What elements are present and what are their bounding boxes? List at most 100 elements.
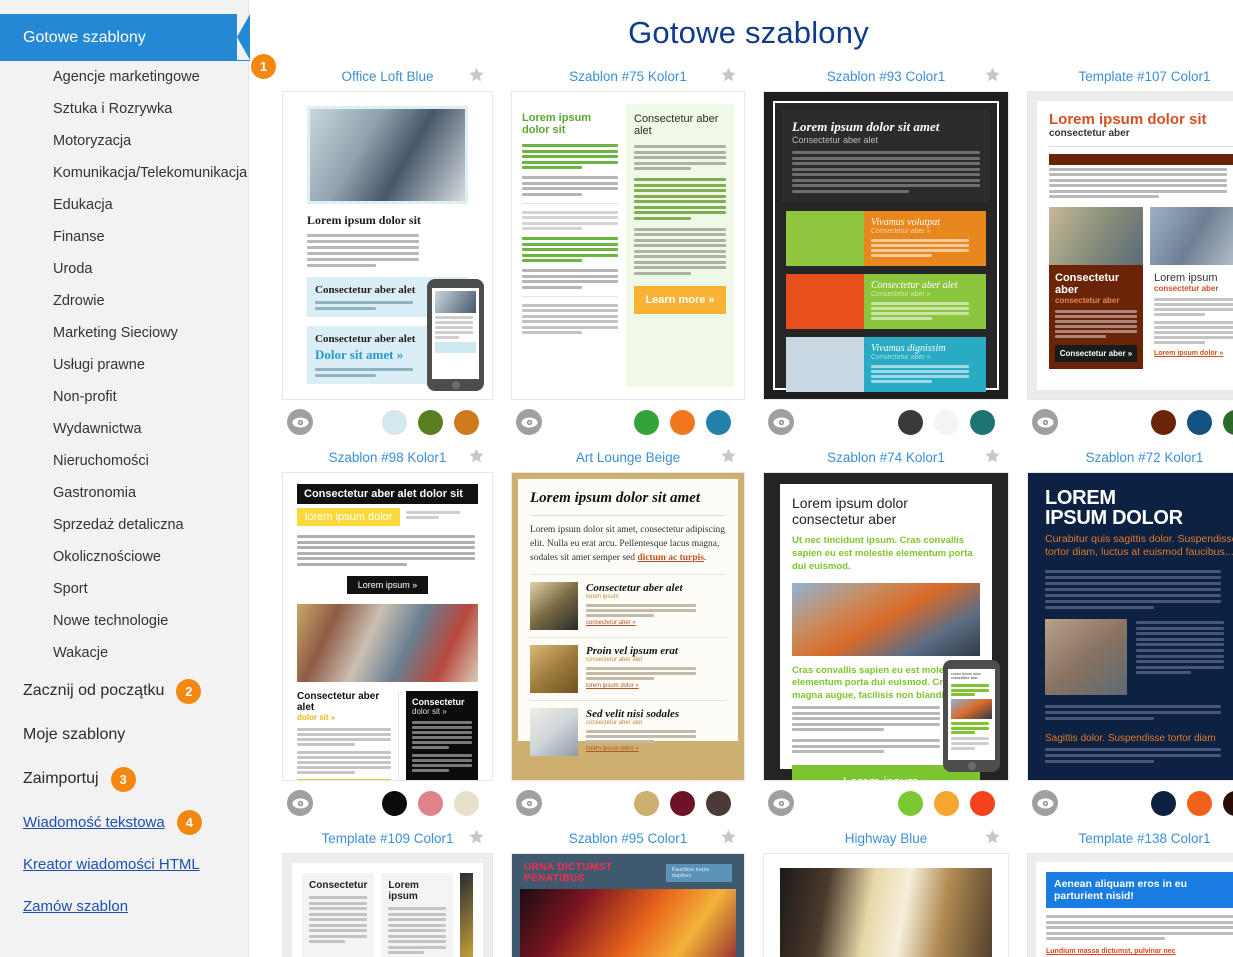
color-swatch[interactable] [382,409,407,435]
preview-eye-icon[interactable] [516,790,542,816]
sidebar-category-komunikacja-telekomunikacja[interactable]: Komunikacja/Telekomunikacja [0,157,264,189]
color-swatch[interactable] [454,409,479,435]
template-thumbnail[interactable]: Consectetur aber alet dolor sit lorem ip… [282,472,493,781]
template-title[interactable]: Szablon #93 Color1 [827,69,946,84]
template-card: Szablon #93 Color1 Lorem ipsum dolor sit… [763,63,1009,444]
favorite-star-icon[interactable] [468,829,485,845]
preview-eye-icon[interactable] [287,409,313,435]
favorite-star-icon[interactable] [720,829,737,845]
color-swatch[interactable] [670,790,695,816]
color-swatch[interactable] [706,790,731,816]
template-title[interactable]: Szablon #74 Kolor1 [827,450,945,465]
preview-eye-icon[interactable] [768,409,794,435]
favorite-star-icon[interactable] [984,67,1001,83]
sidebar-category-sprzedaz-detaliczna[interactable]: Sprzedaż detaliczna [0,509,264,541]
favorite-star-icon[interactable] [984,448,1001,464]
color-swatch[interactable] [1223,790,1233,816]
color-swatch[interactable] [898,790,923,816]
color-swatches [898,409,1009,435]
sidebar-category-wakacje[interactable]: Wakacje [0,637,264,669]
template-thumbnail[interactable]: Lorem ipsum dolor sit Consectetur aber a… [282,91,493,400]
template-title[interactable]: Szablon #95 Color1 [569,831,688,846]
color-swatch[interactable] [418,409,443,435]
template-title[interactable]: Highway Blue [845,831,928,846]
color-swatch[interactable] [670,409,695,435]
sidebar-item-moje-szablony[interactable]: Moje szablony [0,713,264,757]
template-thumbnail[interactable]: Aenean aliquam eros in eu parturient nis… [1027,853,1233,957]
favorite-star-icon[interactable] [984,829,1001,845]
color-swatch[interactable] [418,790,443,816]
color-swatch[interactable] [382,790,407,816]
color-swatch[interactable] [970,790,995,816]
template-card-header: Art Lounge Beige [511,444,745,470]
sidebar-link-zamow-szablon[interactable]: Zamów szablon [0,885,264,927]
sidebar-category-non-profit[interactable]: Non-profit [0,381,264,413]
sidebar-category-uslugi-prawne[interactable]: Usługi prawne [0,349,264,381]
sidebar-category-gastronomia[interactable]: Gastronomia [0,477,264,509]
favorite-star-icon[interactable] [720,448,737,464]
template-card-header: Highway Blue [763,825,1009,851]
sidebar-category-motoryzacja[interactable]: Motoryzacja [0,125,264,157]
color-swatch[interactable] [898,409,923,435]
color-swatch[interactable] [1151,409,1176,435]
template-thumbnail[interactable]: Lorem ipsum dolor sit amet Lorem ipsum d… [511,472,745,781]
sidebar-category-wydawnictwa[interactable]: Wydawnictwa [0,413,264,445]
color-swatch[interactable] [1151,790,1176,816]
preview-eye-icon[interactable] [1032,409,1058,435]
sidebar-link-wiadomosc-tekstowa[interactable]: Wiadomość tekstowa 4 [0,801,264,843]
template-title[interactable]: Template #109 Color1 [321,831,453,846]
sidebar-category-finanse[interactable]: Finanse [0,221,264,253]
template-thumbnail[interactable]: URNA DICTUMST PENATIBUS Faucibus turpis … [511,853,745,957]
template-thumbnail[interactable] [763,853,1009,957]
color-swatch[interactable] [454,790,479,816]
sidebar-category-uroda[interactable]: Uroda [0,253,264,285]
sidebar-category-nieruchomosci[interactable]: Nieruchomości [0,445,264,477]
template-card-footer [1027,781,1233,825]
template-thumbnail[interactable]: LOREM IPSUM DOLOR Curabitur quis sagittis… [1027,472,1233,781]
color-swatch[interactable] [1187,790,1212,816]
mobile-preview [427,279,484,391]
sidebar-category-okolicznosciowe[interactable]: Okolicznościowe [0,541,264,573]
favorite-star-icon[interactable] [720,67,737,83]
color-swatch[interactable] [1223,409,1233,435]
sidebar-category-agencje-marketingowe[interactable]: Agencje marketingowe [0,61,264,93]
template-grid: Office Loft Blue Lorem ipsum dolor sit C… [264,63,1233,957]
color-swatch[interactable] [634,409,659,435]
preview-eye-icon[interactable] [516,409,542,435]
sidebar-item-zaimportuj[interactable]: Zaimportuj 3 [0,757,264,801]
sidebar-category-marketing-sieciowy[interactable]: Marketing Sieciowy [0,317,264,349]
template-thumbnail[interactable]: Lorem ipsum dolor consectetur aber Ut ne… [763,472,1009,781]
template-title[interactable]: Szablon #98 Kolor1 [329,450,447,465]
color-swatch[interactable] [1187,409,1212,435]
sidebar-link-kreator-wiadomosci-html[interactable]: Kreator wiadomości HTML [0,843,264,885]
template-title[interactable]: Art Lounge Beige [576,450,680,465]
sidebar-category-zdrowie[interactable]: Zdrowie [0,285,264,317]
template-thumbnail[interactable]: Consectetur Lorem ipsum [282,853,493,957]
preview-eye-icon[interactable] [287,790,313,816]
favorite-star-icon[interactable] [468,448,485,464]
sidebar-item-zacznij-od-poczatku[interactable]: Zacznij od początku 2 [0,669,264,713]
color-swatch[interactable] [634,790,659,816]
template-title[interactable]: Szablon #72 Kolor1 [1086,450,1204,465]
sidebar-category-sztuka-i-rozrywka[interactable]: Sztuka i Rozrywka [0,93,264,125]
step-badge-3: 3 [110,766,136,792]
color-swatch[interactable] [934,409,959,435]
sidebar-category-edukacja[interactable]: Edukacja [0,189,264,221]
sidebar-category-nowe-technologie[interactable]: Nowe technologie [0,605,264,637]
preview-eye-icon[interactable] [768,790,794,816]
template-title[interactable]: Template #138 Color1 [1078,831,1210,846]
sidebar-category-sport[interactable]: Sport [0,573,264,605]
template-card-header: Szablon #74 Kolor1 [763,444,1009,470]
template-title[interactable]: Template #107 Color1 [1078,69,1210,84]
color-swatch[interactable] [970,409,995,435]
preview-eye-icon[interactable] [1032,790,1058,816]
template-thumbnail[interactable]: Lorem ipsum dolor sit Consectetur aber a… [511,91,745,400]
favorite-star-icon[interactable] [468,67,485,83]
color-swatch[interactable] [706,409,731,435]
template-thumbnail[interactable]: Lorem ipsum dolor sit amet Consectetur a… [763,91,1009,400]
template-thumbnail[interactable]: Lorem ipsum dolor sit consectetur aber C… [1027,91,1233,400]
color-swatch[interactable] [934,790,959,816]
template-title[interactable]: Office Loft Blue [341,69,433,84]
sidebar-item-gotowe-szablony[interactable]: Gotowe szablony [0,14,250,61]
template-title[interactable]: Szablon #75 Kolor1 [569,69,687,84]
